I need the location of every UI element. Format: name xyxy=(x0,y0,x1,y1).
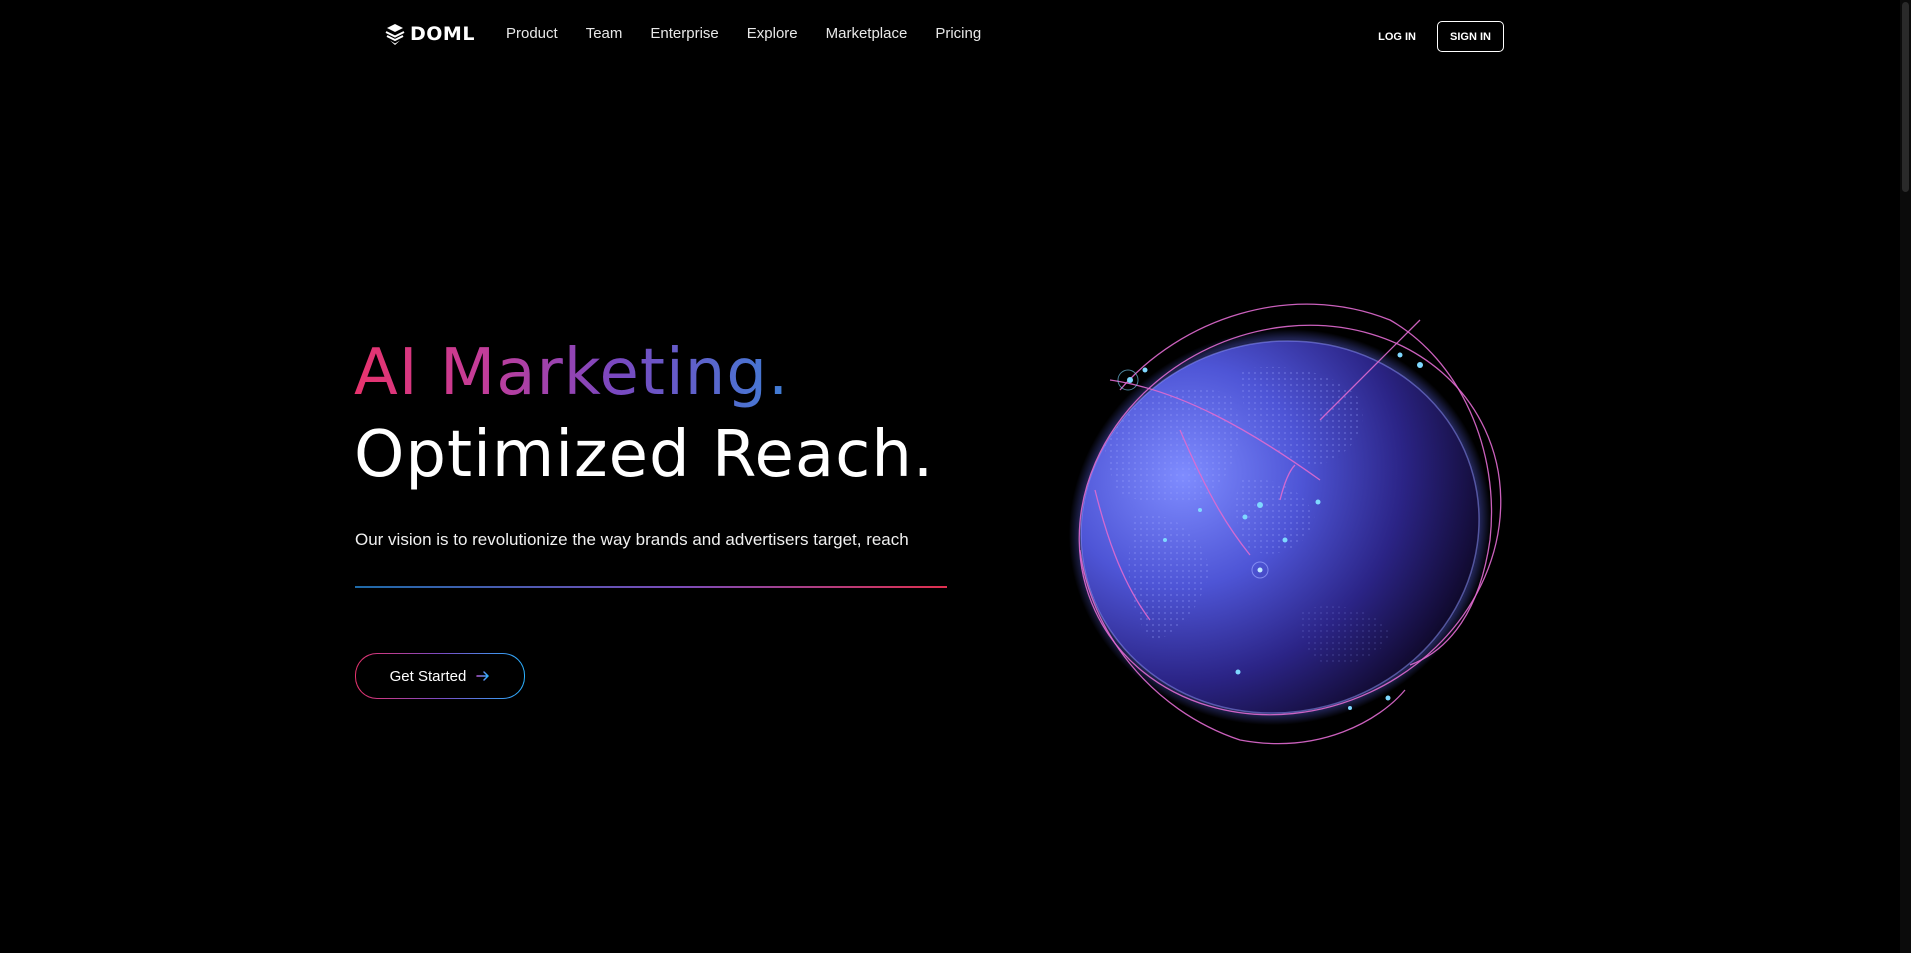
gradient-divider xyxy=(355,586,947,588)
login-link[interactable]: LOG IN xyxy=(1378,31,1416,43)
nav-item-explore[interactable]: Explore xyxy=(747,25,798,42)
logo[interactable]: DOML xyxy=(384,22,475,46)
globe-visual xyxy=(1060,280,1520,760)
nav-item-marketplace[interactable]: Marketplace xyxy=(826,25,908,42)
site-header: DOML Product Team Enterprise Explore Mar… xyxy=(0,0,1900,70)
hero-title-line-2: Optimized Reach. xyxy=(354,418,935,492)
main-nav: Product Team Enterprise Explore Marketpl… xyxy=(506,25,1009,42)
hero-title-line-1: AI Marketing. xyxy=(354,332,789,414)
get-started-button-inner: Get Started xyxy=(356,654,524,698)
nav-item-pricing[interactable]: Pricing xyxy=(935,25,981,42)
logo-text: DOML xyxy=(410,23,475,45)
arrow-right-icon xyxy=(476,671,490,681)
globe-illustration xyxy=(1068,303,1502,745)
sign-in-button[interactable]: SIGN IN xyxy=(1437,21,1504,52)
nav-item-enterprise[interactable]: Enterprise xyxy=(650,25,718,42)
landing-page: DOML Product Team Enterprise Explore Mar… xyxy=(0,0,1911,953)
scroll-thumb[interactable] xyxy=(1902,2,1909,192)
page-scrollbar[interactable] xyxy=(1900,0,1911,953)
get-started-button[interactable]: Get Started xyxy=(355,653,525,699)
hero-title: AI Marketing. Optimized Reach. xyxy=(354,332,934,496)
logo-mark-icon xyxy=(385,24,405,45)
nav-item-team[interactable]: Team xyxy=(586,25,623,42)
get-started-label: Get Started xyxy=(389,667,467,685)
auth-actions: LOG IN SIGN IN xyxy=(1378,21,1504,52)
hero-subtitle: Our vision is to revolutionize the way b… xyxy=(355,530,909,549)
nav-item-product[interactable]: Product xyxy=(506,25,558,42)
